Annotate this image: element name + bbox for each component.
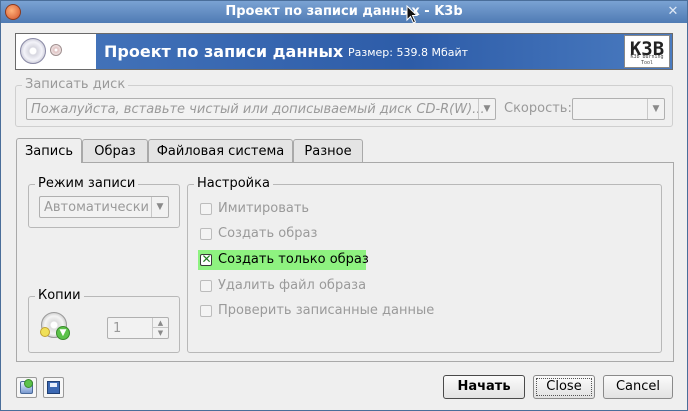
checkbox-checked-icon[interactable]	[200, 252, 212, 266]
only-create-image-label: Создать только образ	[218, 252, 369, 267]
project-title: Проект по записи данных	[104, 42, 344, 61]
write-mode-label: Режим записи	[35, 176, 139, 191]
simulate-label: Имитировать	[218, 201, 310, 216]
k3b-logo-subtext: K3b Burning Tool	[630, 54, 664, 66]
checkbox-icon[interactable]	[200, 280, 212, 292]
project-size: Размер: 539.8 Мбайт	[348, 46, 469, 59]
create-image-checkbox[interactable]: Создать образ	[198, 224, 366, 244]
only-create-image-checkbox[interactable]: Создать только образ	[198, 250, 369, 270]
simulate-checkbox[interactable]: Имитировать	[198, 199, 366, 219]
device-select[interactable]: Пожалуйста, вставьте чистый или дописыва…	[26, 98, 496, 120]
copies-value: 1	[113, 321, 122, 336]
settings-label: Настройка	[194, 176, 273, 191]
device-placeholder: Пожалуйста, вставьте чистый или дописыва…	[31, 102, 485, 117]
start-button[interactable]: Начать	[443, 375, 525, 399]
save-project-button[interactable]	[43, 377, 64, 398]
remove-image-checkbox[interactable]: Удалить файл образа	[198, 276, 366, 296]
load-project-button[interactable]	[16, 377, 37, 398]
write-mode-select[interactable]: Автоматически ▼	[39, 196, 169, 218]
tab-misc[interactable]: Разное	[293, 139, 363, 163]
k3b-logo: K3B K3b Burning Tool	[624, 35, 670, 68]
tab-burn[interactable]: Запись	[16, 138, 82, 163]
checkbox-icon[interactable]	[200, 203, 212, 215]
copies-group: Копии ▼ 1 ▲ ▼	[28, 288, 180, 353]
k3b-dialog-window: Проект по записи данных - K3b ✕ Проект п…	[0, 0, 688, 411]
window-title: Проект по записи данных - K3b	[225, 4, 463, 19]
verify-data-label: Проверить записанные данные	[218, 303, 435, 318]
copies-label: Копии	[35, 288, 84, 303]
mouse-cursor-icon	[406, 5, 419, 24]
checkbox-icon[interactable]	[200, 305, 212, 317]
remove-image-label: Удалить файл образа	[218, 278, 367, 293]
chevron-down-icon[interactable]: ▼	[647, 99, 664, 119]
tab-image[interactable]: Образ	[82, 139, 148, 163]
burn-device-group: Записать диск Пожалуйста, вставьте чисты…	[15, 77, 673, 127]
chevron-down-icon[interactable]: ▼	[478, 99, 495, 119]
settings-group: Настройка Имитировать Создать образ Созд…	[187, 176, 662, 353]
speed-select[interactable]: ▼	[572, 98, 665, 120]
copy-disc-icon: ▼	[40, 312, 70, 340]
close-icon[interactable]: ✕	[665, 4, 681, 20]
verify-data-checkbox[interactable]: Проверить записанные данные	[198, 301, 434, 321]
load-project-icon	[20, 379, 33, 394]
write-mode-group: Режим записи Автоматически ▼	[28, 176, 180, 228]
close-button[interactable]: Close	[533, 375, 595, 399]
save-project-icon	[47, 381, 60, 394]
project-header-banner: Проект по записи данных Размер: 539.8 Мб…	[15, 33, 673, 70]
cancel-button[interactable]: Cancel	[603, 375, 673, 399]
tab-pane-burn: Режим записи Автоматически ▼ Копии ▼ 1 ▲…	[16, 162, 674, 362]
tab-filesystem[interactable]: Файловая система	[148, 139, 293, 163]
small-disc-icon	[50, 44, 62, 56]
copies-stepper[interactable]: 1 ▲ ▼	[107, 317, 169, 339]
title-bar[interactable]: Проект по записи данных - K3b ✕	[1, 1, 687, 24]
cd-disc-icon	[20, 38, 46, 64]
create-image-label: Создать образ	[218, 226, 318, 241]
write-mode-value: Автоматически	[44, 200, 150, 215]
chevron-up-icon[interactable]: ▲	[153, 318, 168, 328]
chevron-down-icon[interactable]: ▼	[153, 328, 168, 338]
chevron-down-icon[interactable]: ▼	[151, 197, 168, 217]
checkbox-icon[interactable]	[200, 228, 212, 240]
banner-icon-area	[16, 34, 96, 69]
burn-device-label: Записать диск	[22, 77, 129, 92]
speed-label: Скорость:	[504, 101, 572, 116]
